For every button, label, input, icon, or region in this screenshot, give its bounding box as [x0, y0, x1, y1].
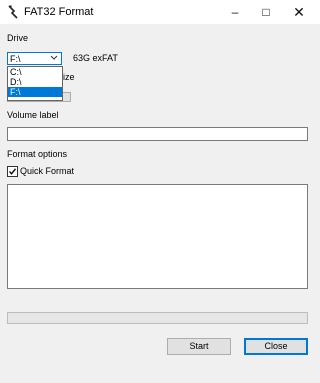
log-output[interactable] [7, 184, 308, 289]
drive-label: Drive [7, 33, 29, 43]
start-button[interactable]: Start [167, 338, 231, 355]
quick-format-label[interactable]: Quick Format [20, 166, 74, 176]
chevron-down-icon[interactable] [50, 54, 58, 64]
title-bar: FAT32 Format – □ ✕ [0, 0, 320, 24]
maximize-button[interactable]: □ [249, 0, 283, 24]
close-button[interactable]: Close [244, 338, 308, 355]
drive-select-value: F:\ [10, 54, 21, 64]
window-title: FAT32 Format [24, 6, 94, 18]
drive-option-f[interactable]: F:\ [8, 87, 62, 97]
checkmark-icon [9, 168, 17, 175]
drive-info: 63G exFAT [73, 53, 118, 63]
progress-bar [7, 312, 308, 324]
minimize-button[interactable]: – [218, 0, 252, 24]
format-options-heading: Format options [7, 149, 68, 159]
volume-label-input[interactable] [7, 127, 308, 141]
quick-format-checkbox[interactable] [7, 166, 18, 177]
drive-option-d[interactable]: D:\ [8, 77, 62, 87]
obscured-label: ize [63, 72, 75, 82]
drive-dropdown-list[interactable]: C:\ D:\ F:\ [7, 66, 63, 101]
volume-label-heading: Volume label [7, 110, 59, 120]
drive-select[interactable]: F:\ [7, 52, 62, 65]
drive-option-c[interactable]: C:\ [8, 67, 62, 77]
close-window-button[interactable]: ✕ [282, 0, 316, 24]
fat32-format-icon [6, 5, 20, 19]
